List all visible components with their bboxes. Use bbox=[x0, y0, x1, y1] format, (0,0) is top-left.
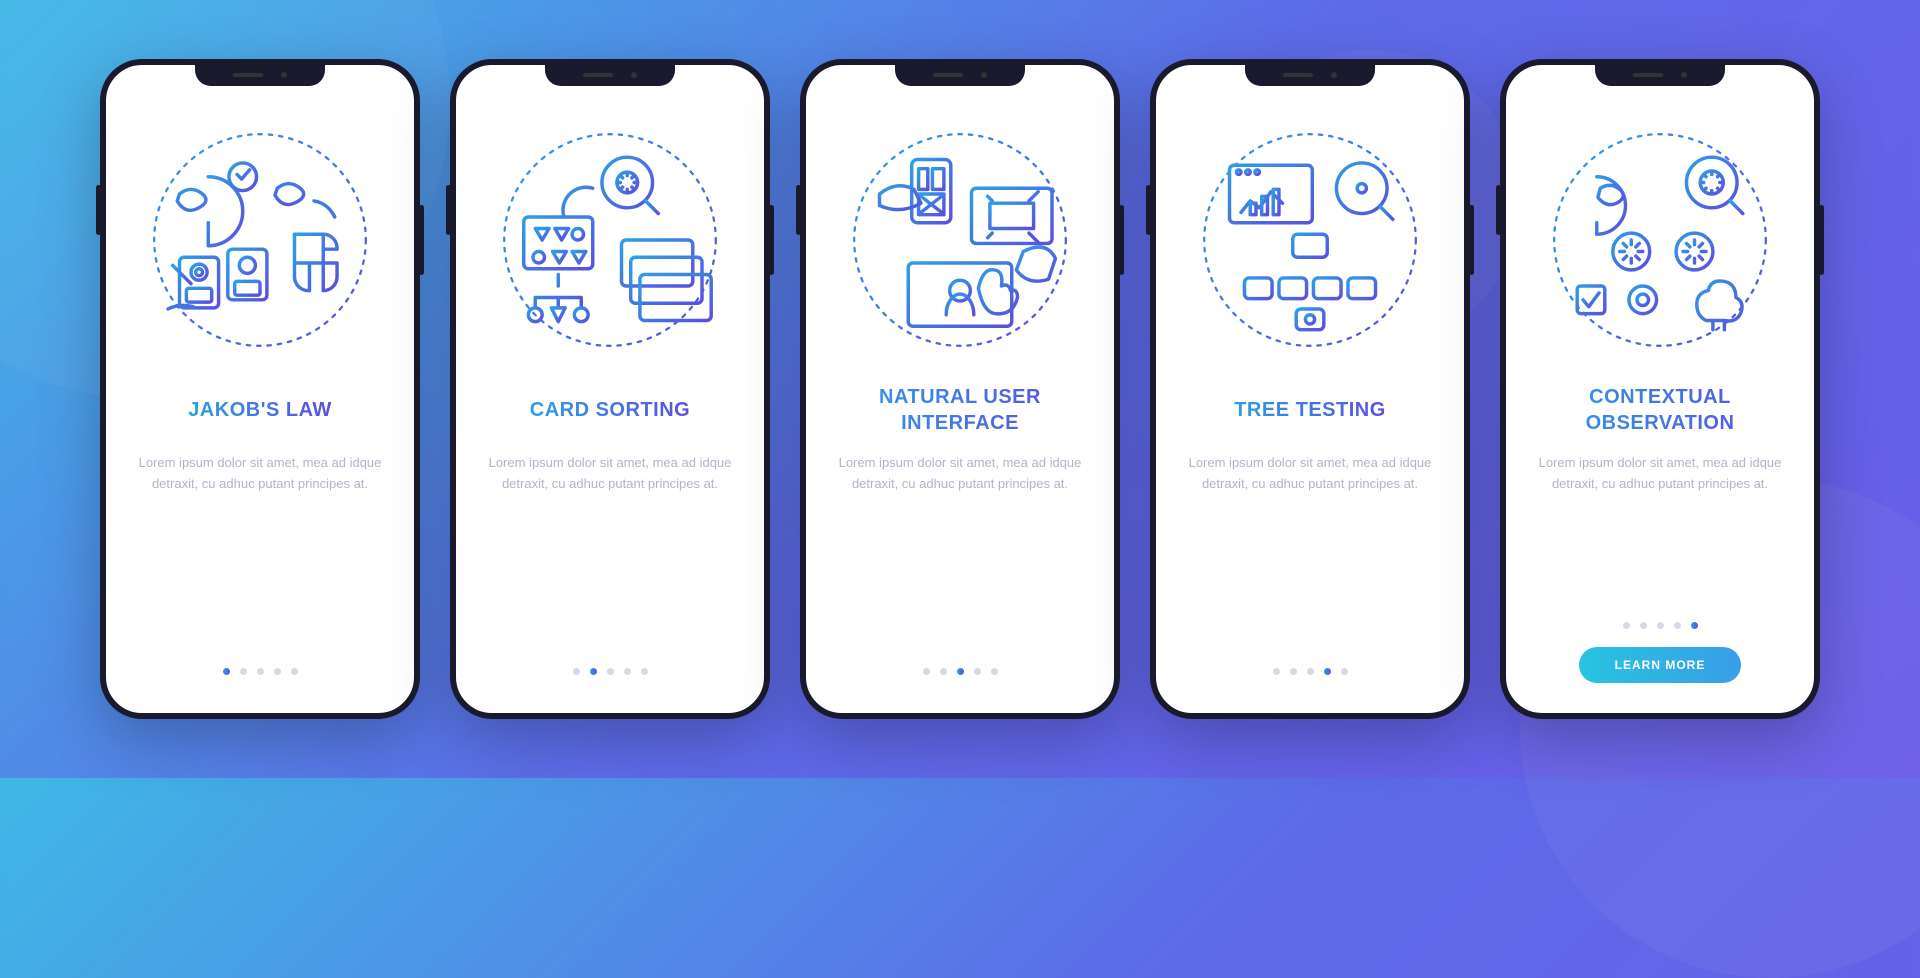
screen-title: NATURAL USER INTERFACE bbox=[838, 384, 1082, 436]
page-dot[interactable] bbox=[223, 668, 230, 675]
page-dot[interactable] bbox=[624, 668, 631, 675]
page-indicator bbox=[923, 668, 998, 675]
page-dot[interactable] bbox=[257, 668, 264, 675]
page-dot[interactable] bbox=[607, 668, 614, 675]
screen-title: JAKOB'S LAW bbox=[188, 397, 332, 423]
page-dot[interactable] bbox=[1623, 622, 1630, 629]
page-dot[interactable] bbox=[240, 668, 247, 675]
screen-title: CONTEXTUAL OBSERVATION bbox=[1538, 384, 1782, 436]
page-dot[interactable] bbox=[974, 668, 981, 675]
page-dot[interactable] bbox=[641, 668, 648, 675]
page-dot[interactable] bbox=[957, 668, 964, 675]
screen-description: Lorem ipsum dolor sit amet, mea ad idque… bbox=[1180, 453, 1440, 668]
page-dot[interactable] bbox=[1657, 622, 1664, 629]
phone-notch bbox=[895, 64, 1025, 86]
page-dot[interactable] bbox=[1290, 668, 1297, 675]
screen-description: Lorem ipsum dolor sit amet, mea ad idque… bbox=[1530, 453, 1790, 622]
phone-side-button bbox=[1469, 205, 1474, 275]
onboarding-screen-1: JAKOB'S LAW Lorem ipsum dolor sit amet, … bbox=[100, 59, 420, 719]
page-dot[interactable] bbox=[274, 668, 281, 675]
onboarding-screen-3: NATURAL USER INTERFACE Lorem ipsum dolor… bbox=[800, 59, 1120, 719]
phone-notch bbox=[1595, 64, 1725, 86]
screen-description: Lorem ipsum dolor sit amet, mea ad idque… bbox=[830, 453, 1090, 668]
learn-more-button[interactable]: LEARN MORE bbox=[1579, 647, 1742, 683]
page-dot[interactable] bbox=[1307, 668, 1314, 675]
phone-side-button bbox=[1496, 185, 1501, 235]
phone-side-button bbox=[1119, 205, 1124, 275]
contextual-observation-icon bbox=[1545, 125, 1775, 355]
phone-notch bbox=[545, 64, 675, 86]
page-indicator bbox=[1623, 622, 1698, 629]
screen-description: Lorem ipsum dolor sit amet, mea ad idque… bbox=[480, 453, 740, 668]
phone-side-button bbox=[769, 205, 774, 275]
page-dot[interactable] bbox=[991, 668, 998, 675]
card-sorting-icon bbox=[495, 125, 725, 355]
page-dot[interactable] bbox=[573, 668, 580, 675]
phone-notch bbox=[1245, 64, 1375, 86]
phone-side-button bbox=[446, 185, 451, 235]
page-indicator bbox=[573, 668, 648, 675]
page-dot[interactable] bbox=[1691, 622, 1698, 629]
natural-ui-icon bbox=[845, 125, 1075, 355]
phone-side-button bbox=[419, 205, 424, 275]
screen-title: TREE TESTING bbox=[1234, 397, 1386, 423]
screen-title: CARD SORTING bbox=[530, 397, 690, 423]
page-dot[interactable] bbox=[923, 668, 930, 675]
page-dot[interactable] bbox=[1640, 622, 1647, 629]
tree-testing-icon bbox=[1195, 125, 1425, 355]
phone-side-button bbox=[1819, 205, 1824, 275]
page-dot[interactable] bbox=[590, 668, 597, 675]
phone-notch bbox=[195, 64, 325, 86]
jakobs-law-icon bbox=[145, 125, 375, 355]
page-dot[interactable] bbox=[940, 668, 947, 675]
onboarding-screen-5: CONTEXTUAL OBSERVATION Lorem ipsum dolor… bbox=[1500, 59, 1820, 719]
page-dot[interactable] bbox=[1273, 668, 1280, 675]
screen-description: Lorem ipsum dolor sit amet, mea ad idque… bbox=[130, 453, 390, 668]
page-indicator bbox=[1273, 668, 1348, 675]
onboarding-screen-4: TREE TESTING Lorem ipsum dolor sit amet,… bbox=[1150, 59, 1470, 719]
page-dot[interactable] bbox=[1341, 668, 1348, 675]
onboarding-screen-2: CARD SORTING Lorem ipsum dolor sit amet,… bbox=[450, 59, 770, 719]
phone-side-button bbox=[796, 185, 801, 235]
page-dot[interactable] bbox=[291, 668, 298, 675]
phone-side-button bbox=[96, 185, 101, 235]
page-indicator bbox=[223, 668, 298, 675]
page-dot[interactable] bbox=[1324, 668, 1331, 675]
page-dot[interactable] bbox=[1674, 622, 1681, 629]
phone-side-button bbox=[1146, 185, 1151, 235]
